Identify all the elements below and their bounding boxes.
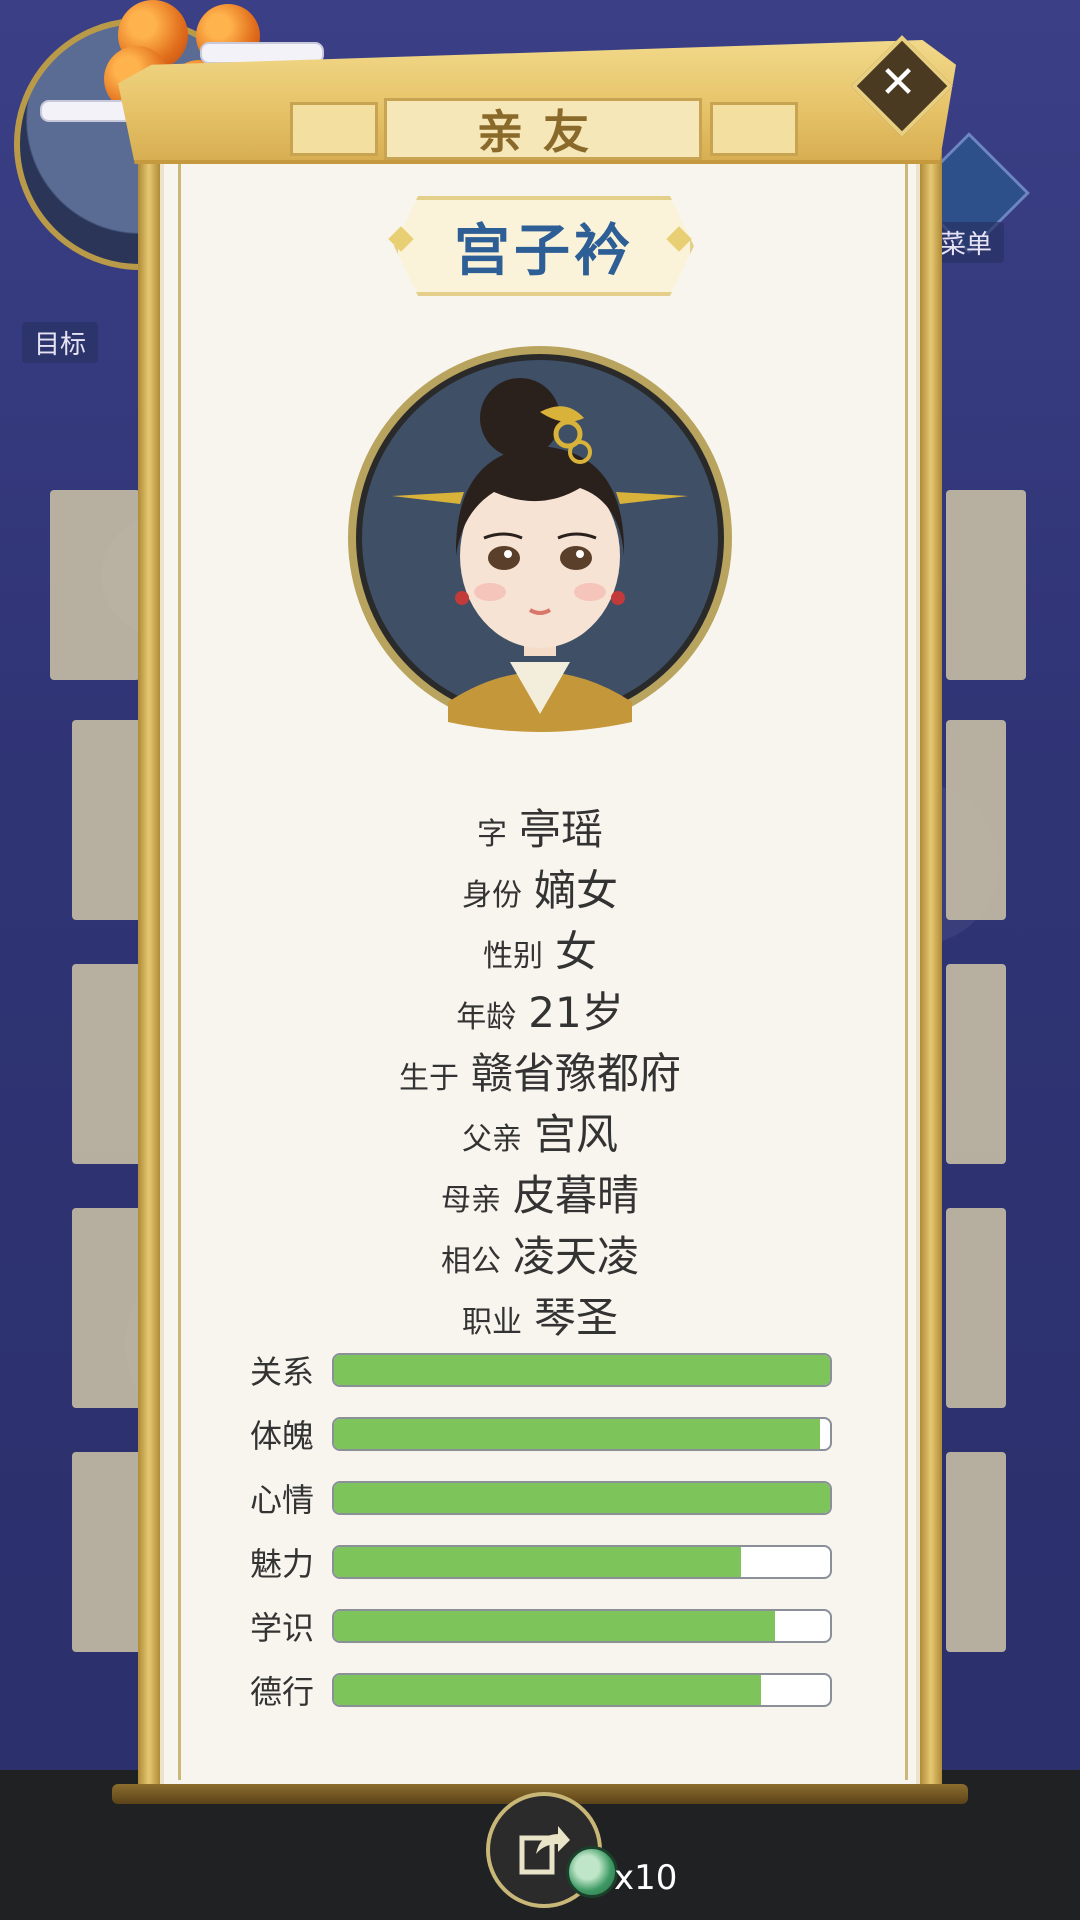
- info-key: 字: [476, 817, 507, 852]
- stat-label: 体魄: [250, 1417, 315, 1455]
- stat-knowledge: 学识: [250, 1606, 832, 1647]
- info-birthplace: 生于 赣省豫都府: [0, 1040, 1080, 1101]
- info-occupation: 职业 琴圣: [0, 1284, 1080, 1345]
- info-status: 身份 嫡女: [0, 857, 1080, 918]
- coin-count: x10: [614, 1858, 678, 1898]
- info-value: 皮暮晴: [512, 1171, 639, 1220]
- stat-bar: [332, 1545, 832, 1579]
- stat-label: 魅力: [250, 1545, 315, 1583]
- character-name: 宫子衿: [394, 196, 694, 296]
- stat-bar: [332, 1481, 832, 1515]
- info-value: 赣省豫都府: [470, 1049, 681, 1098]
- share-icon: [519, 1826, 570, 1875]
- info-value: 宫风: [533, 1110, 618, 1159]
- info-value: 女: [554, 927, 597, 976]
- stat-fill: [334, 1611, 776, 1641]
- info-age: 年龄 21岁: [0, 979, 1080, 1040]
- stat-charm: 魅力: [250, 1542, 832, 1583]
- stat-label: 心情: [250, 1481, 315, 1519]
- stat-bar: [332, 1673, 832, 1707]
- stat-fill: [334, 1419, 821, 1449]
- stat-label: 德行: [250, 1673, 315, 1711]
- goal-button-label[interactable]: 目标: [22, 322, 99, 363]
- jade-coin-icon: [566, 1846, 618, 1898]
- stat-relation: 关系: [250, 1350, 832, 1391]
- stat-bar: [332, 1417, 832, 1451]
- stat-label: 关系: [250, 1353, 315, 1391]
- info-key: 生于: [398, 1061, 459, 1096]
- info-value: 凌天凌: [512, 1232, 639, 1281]
- info-gender: 性别女: [0, 918, 1080, 979]
- info-husband: 相公 凌天凌: [0, 1223, 1080, 1284]
- stat-label: 学识: [250, 1609, 315, 1647]
- stat-fill: [334, 1483, 830, 1513]
- info-value: 21岁: [528, 988, 624, 1037]
- stat-physique: 体魄: [250, 1414, 832, 1455]
- info-key: 母亲: [440, 1183, 501, 1218]
- info-key: 职业: [461, 1305, 522, 1340]
- bg-card: [946, 1452, 1006, 1652]
- dialog-title: 亲友: [384, 98, 702, 160]
- info-value: 嫡女: [533, 866, 618, 915]
- info-mother: 母亲 皮暮晴: [0, 1162, 1080, 1223]
- info-key: 性别: [482, 939, 543, 974]
- info-key: 年龄: [456, 1000, 517, 1035]
- title-side-panel: [710, 102, 798, 156]
- character-portrait: [348, 346, 732, 732]
- info-value: 琴圣: [533, 1293, 618, 1342]
- bg-card: [946, 490, 1026, 680]
- info-key: 相公: [440, 1244, 501, 1279]
- stat-fill: [334, 1547, 741, 1577]
- info-courtesy-name: 字亭瑶: [0, 796, 1080, 857]
- info-key: 身份: [461, 878, 522, 913]
- bg-card: [50, 490, 140, 680]
- info-value: 亭瑶: [518, 805, 603, 854]
- info-father: 父亲 宫风: [0, 1101, 1080, 1162]
- stat-virtue: 德行: [250, 1670, 832, 1711]
- info-key: 父亲: [461, 1122, 522, 1157]
- stat-fill: [334, 1355, 830, 1385]
- stat-mood: 心情: [250, 1478, 832, 1519]
- bg-card: [72, 1452, 142, 1652]
- title-side-panel: [290, 102, 378, 156]
- stat-fill: [334, 1675, 761, 1705]
- close-icon[interactable]: ✕: [866, 50, 930, 114]
- stat-bar: [332, 1353, 832, 1387]
- stat-bar: [332, 1609, 832, 1643]
